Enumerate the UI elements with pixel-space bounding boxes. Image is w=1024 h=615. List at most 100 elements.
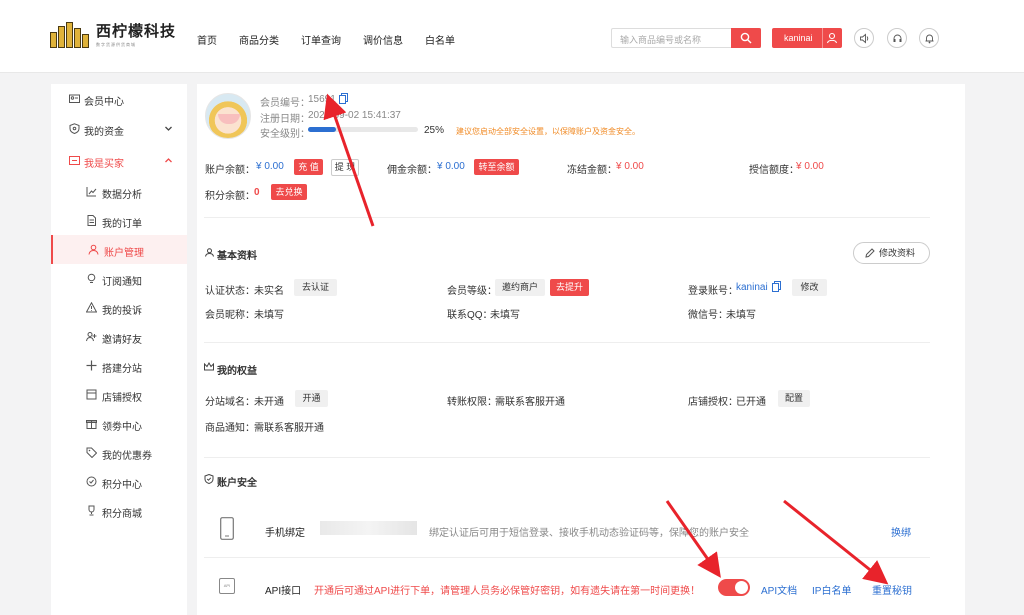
sidebar-item-complaints[interactable]: 我的投诉 xyxy=(51,293,187,322)
api-enable-toggle[interactable] xyxy=(718,579,750,596)
nickname-value: 未填写 xyxy=(254,310,284,321)
speaker-icon xyxy=(860,33,869,44)
sidebar-item-invite-friends[interactable]: 邀请好友 xyxy=(51,322,187,351)
sidebar-item-subscriptions[interactable]: 订阅通知 xyxy=(51,264,187,293)
sidebar: 会员中心 我的资金 我是买家 数据分析 我的订单 账户管理 订阅通知 我的投诉 … xyxy=(51,84,187,615)
plus-icon xyxy=(86,360,97,371)
invite-icon xyxy=(86,332,97,342)
nav-price-info[interactable]: 调价信息 xyxy=(363,32,403,47)
product-notice-label: 商品通知： xyxy=(205,423,255,434)
nav-whitelist[interactable]: 白名单 xyxy=(425,32,455,47)
member-id-label: 会员编号： xyxy=(260,98,310,109)
sidebar-item-account-management[interactable]: 账户管理 xyxy=(51,235,187,264)
sidebar-item-label: 积分商城 xyxy=(102,509,142,520)
gift-icon xyxy=(86,420,97,429)
credit-limit-value: ¥ 0.00 xyxy=(796,161,824,172)
points-icon xyxy=(86,476,97,487)
security-percent: 25% xyxy=(424,125,445,136)
tag-icon xyxy=(86,447,97,458)
logo-subtitle: 数字货源供货商城 xyxy=(96,42,136,47)
security-tip: 建议您启动全部安全设置，以保障账户及资金安全。 xyxy=(456,127,640,136)
exchange-points-button[interactable]: 去兑换 xyxy=(271,184,307,200)
verify-identity-button[interactable]: 去认证 xyxy=(294,279,337,296)
withdraw-button[interactable]: 提 现 xyxy=(331,159,359,176)
transfer-permission-label: 转账权限： xyxy=(447,397,497,408)
sidebar-item-shop-authorization[interactable]: 店铺授权 xyxy=(51,380,187,409)
support-button[interactable] xyxy=(887,28,907,48)
chart-icon xyxy=(86,187,97,197)
nickname-label: 会员昵称： xyxy=(205,310,255,321)
my-rights-title: 我的权益 xyxy=(217,366,257,377)
sidebar-item-member-center[interactable]: 会员中心 xyxy=(51,84,187,113)
copy-icon[interactable] xyxy=(339,93,348,104)
top-header: 西柠檬科技 数字货源供货商城 首页 商品分类 订单查询 调价信息 白名单 输入商… xyxy=(0,0,1024,73)
nav-categories[interactable]: 商品分类 xyxy=(239,32,279,47)
basic-info-title: 基本资料 xyxy=(217,251,257,262)
site-logo[interactable]: 西柠檬科技 数字货源供货商城 xyxy=(50,20,176,48)
sound-button[interactable] xyxy=(854,28,874,48)
sidebar-item-my-orders[interactable]: 我的订单 xyxy=(51,206,187,235)
edit-icon xyxy=(865,248,875,258)
sidebar-item-coupon-center[interactable]: 领劵中心 xyxy=(51,409,187,438)
member-level-label: 会员等级： xyxy=(447,286,497,297)
modify-account-button[interactable]: 修改 xyxy=(792,279,827,296)
rebind-phone-link[interactable]: 换绑 xyxy=(891,524,911,539)
recharge-button[interactable]: 充 值 xyxy=(294,159,323,175)
bulb-icon xyxy=(87,273,96,283)
sidebar-item-build-substation[interactable]: 搭建分站 xyxy=(51,351,187,380)
account-panel: 会员编号： 15691 注册日期： 2022-09-02 15:41:37 安全… xyxy=(197,84,965,615)
id-card-icon xyxy=(69,94,80,103)
search-button[interactable] xyxy=(731,28,761,48)
sidebar-item-label: 搭建分站 xyxy=(102,364,142,375)
masked-phone-number xyxy=(320,521,417,535)
transfer-to-balance-button[interactable]: 转至余额 xyxy=(474,159,519,175)
copy-icon[interactable] xyxy=(772,281,781,292)
sidebar-item-label: 邀请好友 xyxy=(102,335,142,346)
credit-limit-label: 授信额度： xyxy=(749,165,799,176)
account-balance-label: 账户余额： xyxy=(205,165,255,176)
open-substation-button[interactable]: 开通 xyxy=(295,390,328,407)
avatar[interactable] xyxy=(205,93,251,139)
sidebar-item-points-center[interactable]: 积分中心 xyxy=(51,467,187,496)
wechat-label: 微信号： xyxy=(688,310,728,321)
headset-icon xyxy=(893,34,902,42)
buyer-icon xyxy=(69,156,80,165)
sidebar-item-my-coupons[interactable]: 我的优惠券 xyxy=(51,438,187,467)
phone-binding-desc: 绑定认证后可用于短信登录、接收手机动态验证码等，保障您的账户安全 xyxy=(429,528,749,539)
security-level-label: 安全级别： xyxy=(260,129,310,140)
api-docs-link[interactable]: API文档 xyxy=(761,582,797,597)
user-menu-button[interactable]: kaninai xyxy=(772,28,842,48)
points-balance-label: 积分余额： xyxy=(205,191,255,202)
sidebar-item-data-analysis[interactable]: 数据分析 xyxy=(51,177,187,206)
sidebar-item-label: 我是买家 xyxy=(84,159,124,170)
auth-status-value: 未实名 xyxy=(254,286,284,297)
reset-key-link[interactable]: 重置秘钥 xyxy=(872,582,912,597)
notification-button[interactable] xyxy=(919,28,939,48)
sidebar-item-points-mall[interactable]: 积分商城 xyxy=(51,496,187,525)
phone-binding-title: 手机绑定 xyxy=(265,528,305,539)
account-security-title: 账户安全 xyxy=(217,478,257,489)
member-id-value: 15691 xyxy=(308,94,336,105)
nav-order-query[interactable]: 订单查询 xyxy=(301,32,341,47)
sidebar-item-buyer[interactable]: 我是买家 xyxy=(51,146,187,175)
nav-home[interactable]: 首页 xyxy=(197,32,217,47)
edit-profile-button[interactable]: 修改资料 xyxy=(853,242,930,264)
ip-whitelist-link[interactable]: IP白名单 xyxy=(812,582,851,597)
wechat-value: 未填写 xyxy=(726,310,756,321)
commission-balance-label: 佣金余额： xyxy=(387,165,437,176)
frozen-amount-label: 冻结金额： xyxy=(567,165,617,176)
phone-icon xyxy=(220,517,234,540)
search-icon xyxy=(740,32,752,44)
divider xyxy=(204,457,930,458)
shield-check-icon xyxy=(204,474,214,484)
substation-domain-value: 未开通 xyxy=(254,397,284,408)
user-icon xyxy=(826,32,838,44)
bell-icon xyxy=(925,34,934,44)
upgrade-level-button[interactable]: 去提升 xyxy=(550,279,589,296)
auth-status-label: 认证状态： xyxy=(205,286,255,297)
sidebar-item-funds[interactable]: 我的资金 xyxy=(51,114,187,143)
shop-icon xyxy=(86,389,97,400)
account-balance-value: ¥ 0.00 xyxy=(256,161,284,172)
configure-shop-button[interactable]: 配置 xyxy=(778,390,810,407)
product-notice-value: 需联系客服开通 xyxy=(254,423,324,434)
